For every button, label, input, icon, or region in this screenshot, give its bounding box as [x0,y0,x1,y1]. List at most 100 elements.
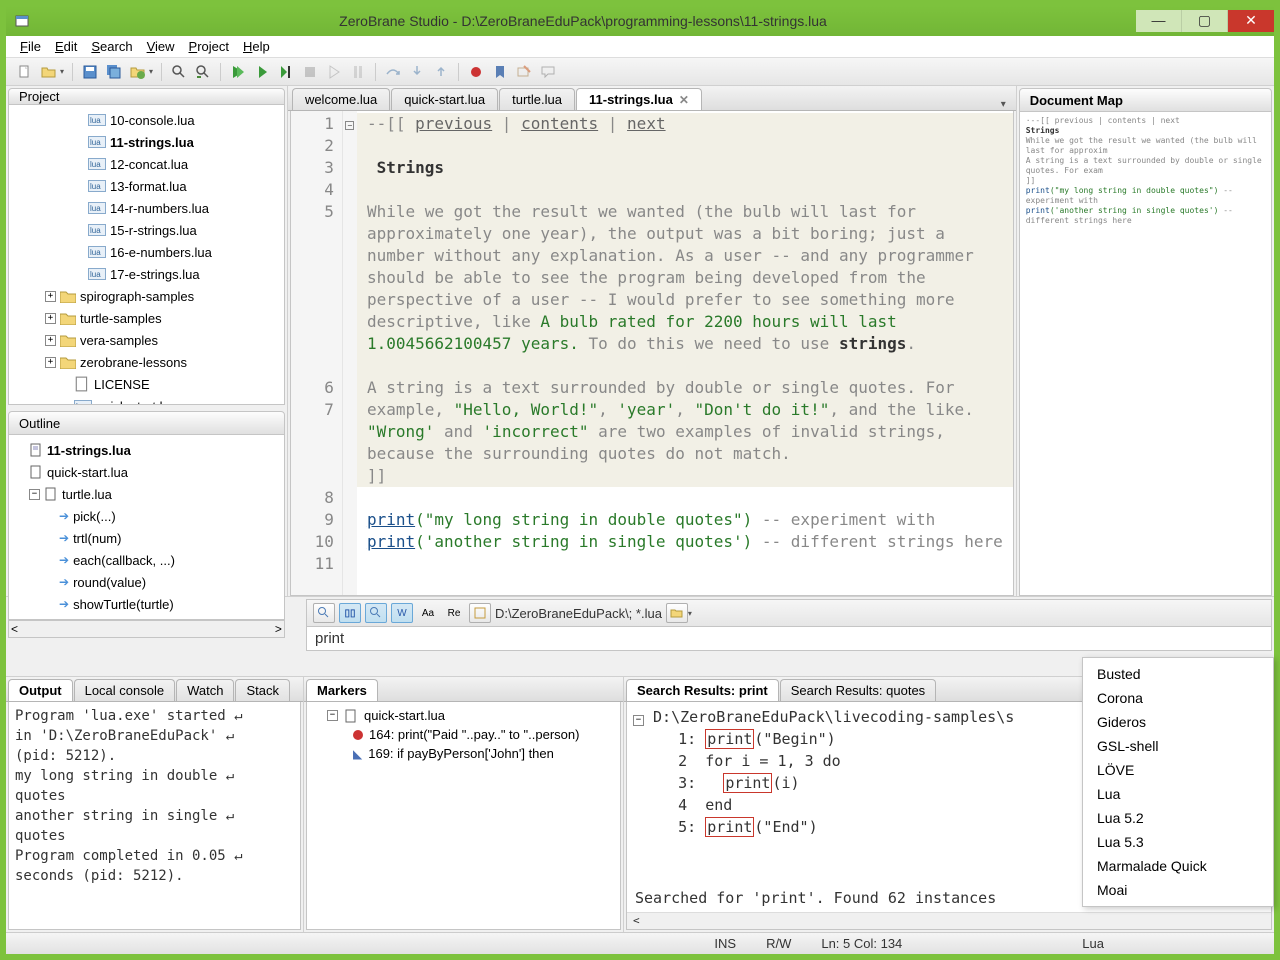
stop-icon[interactable] [301,63,319,81]
menu-edit[interactable]: Edit [49,39,83,54]
tab-quick-start[interactable]: quick-start.lua [391,88,498,110]
popup-item[interactable]: LÖVE [1083,758,1273,782]
lua-file-icon: lua [88,224,106,236]
lua-file-icon: lua [74,400,92,405]
tab-search-results-quotes[interactable]: Search Results: quotes [780,679,936,701]
status-ins: INS [714,936,736,951]
function-icon: ➔ [59,553,69,567]
step-over-icon[interactable] [384,63,402,81]
replace-icon[interactable] [194,63,212,81]
outline-panel-header[interactable]: Outline [8,411,285,435]
close-tab-icon[interactable]: ✕ [679,93,689,107]
save-icon[interactable] [81,63,99,81]
popup-item[interactable]: Lua [1083,782,1273,806]
breakpoint-icon [353,730,363,740]
run-icon[interactable] [229,63,247,81]
function-icon: ➔ [59,597,69,611]
menu-file[interactable]: File [14,39,47,54]
collapse-icon[interactable]: − [29,489,40,500]
menu-view[interactable]: View [141,39,181,54]
tab-stack[interactable]: Stack [235,679,290,701]
debug-icon[interactable] [253,63,271,81]
tab-overflow-icon[interactable]: ▾ [1001,99,1012,110]
wrap-icon[interactable]: W [391,603,413,623]
lua-file-icon: lua [88,180,106,192]
expand-icon[interactable]: + [45,357,56,368]
menu-search[interactable]: Search [85,39,138,54]
function-icon: ➔ [59,575,69,589]
step-out-icon[interactable] [432,63,450,81]
project-panel-header[interactable]: Project [8,88,285,105]
status-rw: R/W [766,936,791,951]
fold-column[interactable]: − [343,111,357,595]
function-icon: ➔ [59,509,69,523]
maximize-button[interactable]: ▢ [1182,10,1228,32]
code-editor[interactable]: 12345 67891011 − --[[ previous | content… [290,111,1014,596]
status-lang[interactable]: Lua [1082,936,1104,951]
results-scrollbar[interactable]: < [627,912,1271,929]
toolbar: ▾ ▾ [6,58,1274,86]
folder-icon [60,334,76,347]
popup-item[interactable]: GSL-shell [1083,734,1273,758]
new-file-icon[interactable] [16,63,34,81]
docmap-header[interactable]: Document Map [1019,88,1272,112]
outline-tree[interactable]: 11-strings.lua quick-start.lua −turtle.l… [8,435,285,620]
close-button[interactable]: ✕ [1228,10,1274,32]
bookmark-toggle-icon[interactable] [491,63,509,81]
regex-icon[interactable]: Re [443,603,465,623]
comment-icon[interactable] [539,63,557,81]
lua-file-icon: lua [88,202,106,214]
folder-icon [60,290,76,303]
scope-selection-icon[interactable]: ▯▯ [339,603,361,623]
breakpoint-toggle-icon[interactable] [467,63,485,81]
save-all-icon[interactable] [105,63,123,81]
document-icon [29,465,43,479]
break-icon[interactable] [349,63,367,81]
lua-file-icon: lua [88,246,106,258]
search-mode-icon[interactable] [313,603,335,623]
match-case-icon[interactable]: Aa [417,603,439,623]
open-file-icon[interactable] [40,63,58,81]
scope-file-icon[interactable] [365,603,387,623]
folder-icon [60,356,76,369]
popup-item[interactable]: Marmalade Quick [1083,854,1273,878]
popup-item[interactable]: Moai [1083,878,1273,902]
expand-icon[interactable]: + [45,335,56,346]
minimize-button[interactable]: — [1136,10,1182,32]
popup-item[interactable]: Gideros [1083,710,1273,734]
pause-icon[interactable] [325,63,343,81]
popup-item[interactable]: Busted [1083,662,1273,686]
run-to-cursor-icon[interactable] [277,63,295,81]
project-scope-icon[interactable] [469,603,491,623]
search-toolbar: ▯▯ W Aa Re D:\ZeroBraneEduPack\; *.lua ▾ [306,599,1272,627]
menu-help[interactable]: Help [237,39,276,54]
search-input[interactable] [306,627,1272,651]
tab-watch[interactable]: Watch [176,679,234,701]
tab-welcome[interactable]: welcome.lua [292,88,390,110]
popup-item[interactable]: Corona [1083,686,1273,710]
collapse-icon[interactable]: − [327,710,338,721]
tab-turtle[interactable]: turtle.lua [499,88,575,110]
expand-icon[interactable]: + [45,291,56,302]
menu-project[interactable]: Project [183,39,235,54]
tab-local-console[interactable]: Local console [74,679,176,701]
output-tabs: Output Local console Watch Stack [6,677,303,702]
project-dir-icon[interactable] [129,63,147,81]
tab-11-strings[interactable]: 11-strings.lua✕ [576,88,702,110]
markers-panel[interactable]: −quick-start.lua 164: print("Paid "..pay… [306,702,621,930]
project-tree[interactable]: lua10-console.lua lua11-strings.lua lua1… [8,105,285,405]
clear-output-icon[interactable] [515,63,533,81]
bookmark-icon: ◣ [353,747,362,761]
browse-folder-icon[interactable] [666,603,688,623]
document-map[interactable]: ·--[[ previous | contents | next Strings… [1019,112,1272,596]
step-into-icon[interactable] [408,63,426,81]
expand-icon[interactable]: + [45,313,56,324]
find-icon[interactable] [170,63,188,81]
tab-output[interactable]: Output [8,679,73,701]
output-panel[interactable]: Program 'lua.exe' started ↵ in 'D:\ZeroB… [8,702,301,930]
popup-item[interactable]: Lua 5.3 [1083,830,1273,854]
tab-markers[interactable]: Markers [306,679,378,701]
tab-search-results-print[interactable]: Search Results: print [626,679,779,701]
function-icon: ➔ [59,531,69,545]
popup-item[interactable]: Lua 5.2 [1083,806,1273,830]
